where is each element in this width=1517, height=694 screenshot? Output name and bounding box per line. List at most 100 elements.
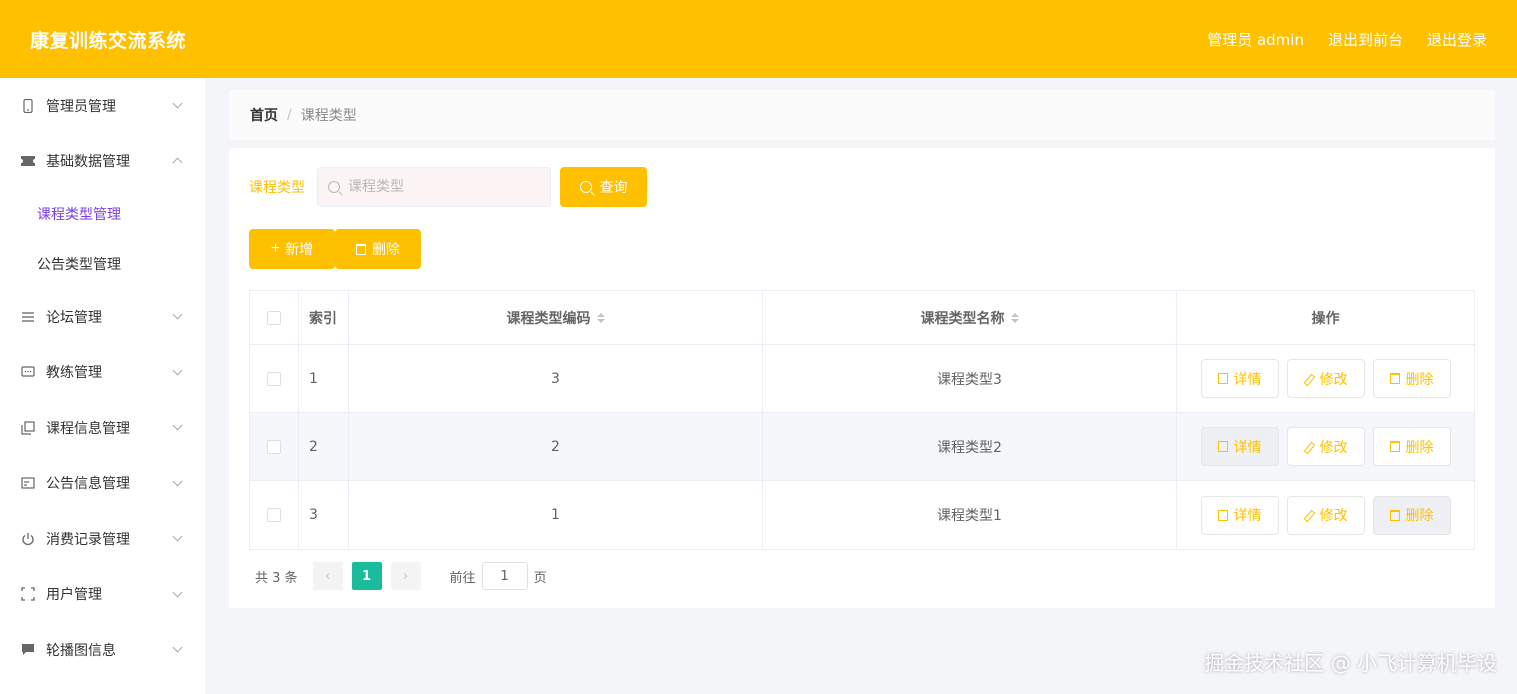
chat-icon bbox=[20, 364, 36, 380]
batch-delete-button[interactable]: 删除 bbox=[335, 229, 421, 269]
header-code[interactable]: 课程类型编码 bbox=[349, 291, 763, 344]
sidebar-item-users[interactable]: 用户管理 bbox=[0, 567, 205, 623]
logout-link[interactable]: 退出登录 bbox=[1427, 29, 1487, 50]
ticket-icon bbox=[20, 153, 36, 169]
sidebar-item-label: 课程信息管理 bbox=[46, 420, 130, 437]
row-checkbox-cell bbox=[250, 481, 299, 549]
watermark: 掘金技术社区 @ 小飞计算机毕设 bbox=[1204, 651, 1497, 675]
edit-label: 修改 bbox=[1319, 508, 1348, 524]
goto-page-input[interactable] bbox=[481, 562, 528, 590]
edit-button[interactable]: 修改 bbox=[1286, 359, 1365, 398]
edit-button[interactable]: 修改 bbox=[1286, 427, 1365, 466]
detail-button[interactable]: 详情 bbox=[1200, 359, 1279, 398]
add-button[interactable]: + 新增 bbox=[249, 229, 335, 269]
data-table: 索引 课程类型编码 课程类型名称 操作 1 3 课程类型3 详情 修改 删除 2… bbox=[249, 290, 1475, 550]
chevron-down-icon bbox=[172, 365, 183, 376]
list-icon bbox=[20, 309, 36, 325]
sidebar-item-carousel[interactable]: 轮播图信息 bbox=[0, 622, 205, 678]
row-checkbox-cell bbox=[250, 345, 299, 412]
cell-code: 2 bbox=[349, 413, 763, 480]
cell-name: 课程类型2 bbox=[763, 413, 1177, 480]
chevron-up-icon bbox=[172, 157, 183, 168]
sidebar-item-label: 论坛管理 bbox=[46, 309, 102, 326]
delete-button[interactable]: 删除 bbox=[1372, 359, 1451, 398]
prev-page-button[interactable]: ‹ bbox=[312, 562, 343, 590]
breadcrumb: 首页 / 课程类型 bbox=[229, 90, 1495, 140]
app-title: 康复训练交流系统 bbox=[30, 29, 187, 52]
edit-button[interactable]: 修改 bbox=[1286, 495, 1365, 535]
detail-button[interactable]: 详情 bbox=[1200, 495, 1279, 535]
search-icon bbox=[328, 181, 340, 193]
sidebar-item-course-info[interactable]: 课程信息管理 bbox=[0, 400, 205, 456]
chevron-down-icon bbox=[172, 642, 183, 653]
detail-label: 详情 bbox=[1233, 439, 1262, 456]
document-icon bbox=[1217, 509, 1228, 521]
copy-icon bbox=[20, 420, 36, 436]
plus-icon: + bbox=[270, 240, 281, 257]
sort-icon[interactable] bbox=[1010, 312, 1019, 323]
message-icon bbox=[20, 642, 36, 658]
trash-icon bbox=[1389, 373, 1400, 384]
goto-label: 前往 bbox=[449, 570, 476, 586]
power-icon bbox=[20, 531, 36, 547]
admin-label: 管理员 admin bbox=[1207, 30, 1304, 49]
detail-label: 详情 bbox=[1233, 508, 1262, 524]
sidebar-item-forum[interactable]: 论坛管理 bbox=[0, 289, 205, 345]
header-ops: 操作 bbox=[1311, 310, 1340, 327]
sidebar-item-base-data[interactable]: 基础数据管理 bbox=[0, 134, 205, 190]
chevron-down-icon bbox=[172, 531, 183, 542]
pagination-total: 共 3 条 bbox=[255, 570, 298, 586]
breadcrumb-home[interactable]: 首页 bbox=[250, 105, 278, 125]
cell-index: 1 bbox=[299, 345, 349, 412]
row-checkbox[interactable] bbox=[267, 439, 281, 454]
delete-button[interactable]: 删除 bbox=[1372, 427, 1451, 466]
edit-icon bbox=[1304, 442, 1314, 452]
fullscreen-icon bbox=[20, 586, 36, 602]
document-icon bbox=[1217, 373, 1228, 384]
pagination-goto: 前往 页 bbox=[450, 562, 547, 590]
chevron-down-icon bbox=[172, 309, 183, 320]
sidebar-subitem-course-type[interactable]: 课程类型管理 bbox=[0, 189, 205, 239]
table-row: 1 3 课程类型3 详情 修改 删除 bbox=[250, 345, 1474, 413]
cell-ops: 详情 修改 删除 bbox=[1177, 345, 1474, 412]
search-box bbox=[317, 167, 551, 207]
row-checkbox-cell bbox=[250, 413, 299, 480]
sidebar-subitem-notice-type[interactable]: 公告类型管理 bbox=[0, 239, 205, 289]
sidebar-item-coach[interactable]: 教练管理 bbox=[0, 345, 205, 401]
sidebar-item-admin[interactable]: 管理员管理 bbox=[0, 78, 205, 134]
sort-icon[interactable] bbox=[596, 312, 605, 323]
header-checkbox-cell bbox=[250, 291, 299, 344]
header-name[interactable]: 课程类型名称 bbox=[763, 291, 1177, 344]
chevron-down-icon bbox=[172, 420, 183, 431]
row-checkbox[interactable] bbox=[267, 508, 281, 522]
row-checkbox[interactable] bbox=[267, 371, 281, 386]
content-card: 课程类型 查询 + 新增 删除 索引 bbox=[229, 148, 1495, 608]
search-icon bbox=[579, 181, 592, 193]
delete-button-label: 删除 bbox=[372, 241, 400, 257]
pagination: 共 3 条 ‹ 1 › 前往 页 bbox=[255, 562, 547, 590]
breadcrumb-separator: / bbox=[287, 107, 292, 123]
header-index: 索引 bbox=[299, 291, 349, 344]
next-page-button[interactable]: › bbox=[390, 562, 421, 590]
detail-label: 详情 bbox=[1233, 371, 1262, 388]
detail-button[interactable]: 详情 bbox=[1200, 427, 1279, 466]
cell-index: 2 bbox=[299, 413, 349, 480]
delete-label: 删除 bbox=[1405, 439, 1434, 456]
edit-label: 修改 bbox=[1319, 439, 1348, 456]
query-button[interactable]: 查询 bbox=[560, 167, 647, 207]
sidebar-item-notice-info[interactable]: 公告信息管理 bbox=[0, 456, 205, 512]
card-icon bbox=[20, 475, 36, 491]
table-row: 3 1 课程类型1 详情 修改 删除 bbox=[250, 481, 1474, 549]
select-all-checkbox[interactable] bbox=[267, 310, 281, 325]
trash-icon bbox=[1389, 441, 1400, 452]
main-content: 首页 / 课程类型 课程类型 查询 + 新增 删除 bbox=[205, 78, 1517, 694]
cell-name: 课程类型3 bbox=[763, 345, 1177, 412]
delete-button[interactable]: 删除 bbox=[1372, 495, 1451, 535]
page-number-button[interactable]: 1 bbox=[351, 562, 382, 590]
exit-to-frontend-link[interactable]: 退出到前台 bbox=[1328, 29, 1403, 50]
search-input[interactable] bbox=[348, 179, 538, 195]
sidebar-item-label: 教练管理 bbox=[46, 365, 102, 382]
table-header-row: 索引 课程类型编码 课程类型名称 操作 bbox=[250, 291, 1474, 345]
sidebar-item-consumption[interactable]: 消费记录管理 bbox=[0, 511, 205, 567]
chevron-down-icon bbox=[172, 587, 183, 598]
